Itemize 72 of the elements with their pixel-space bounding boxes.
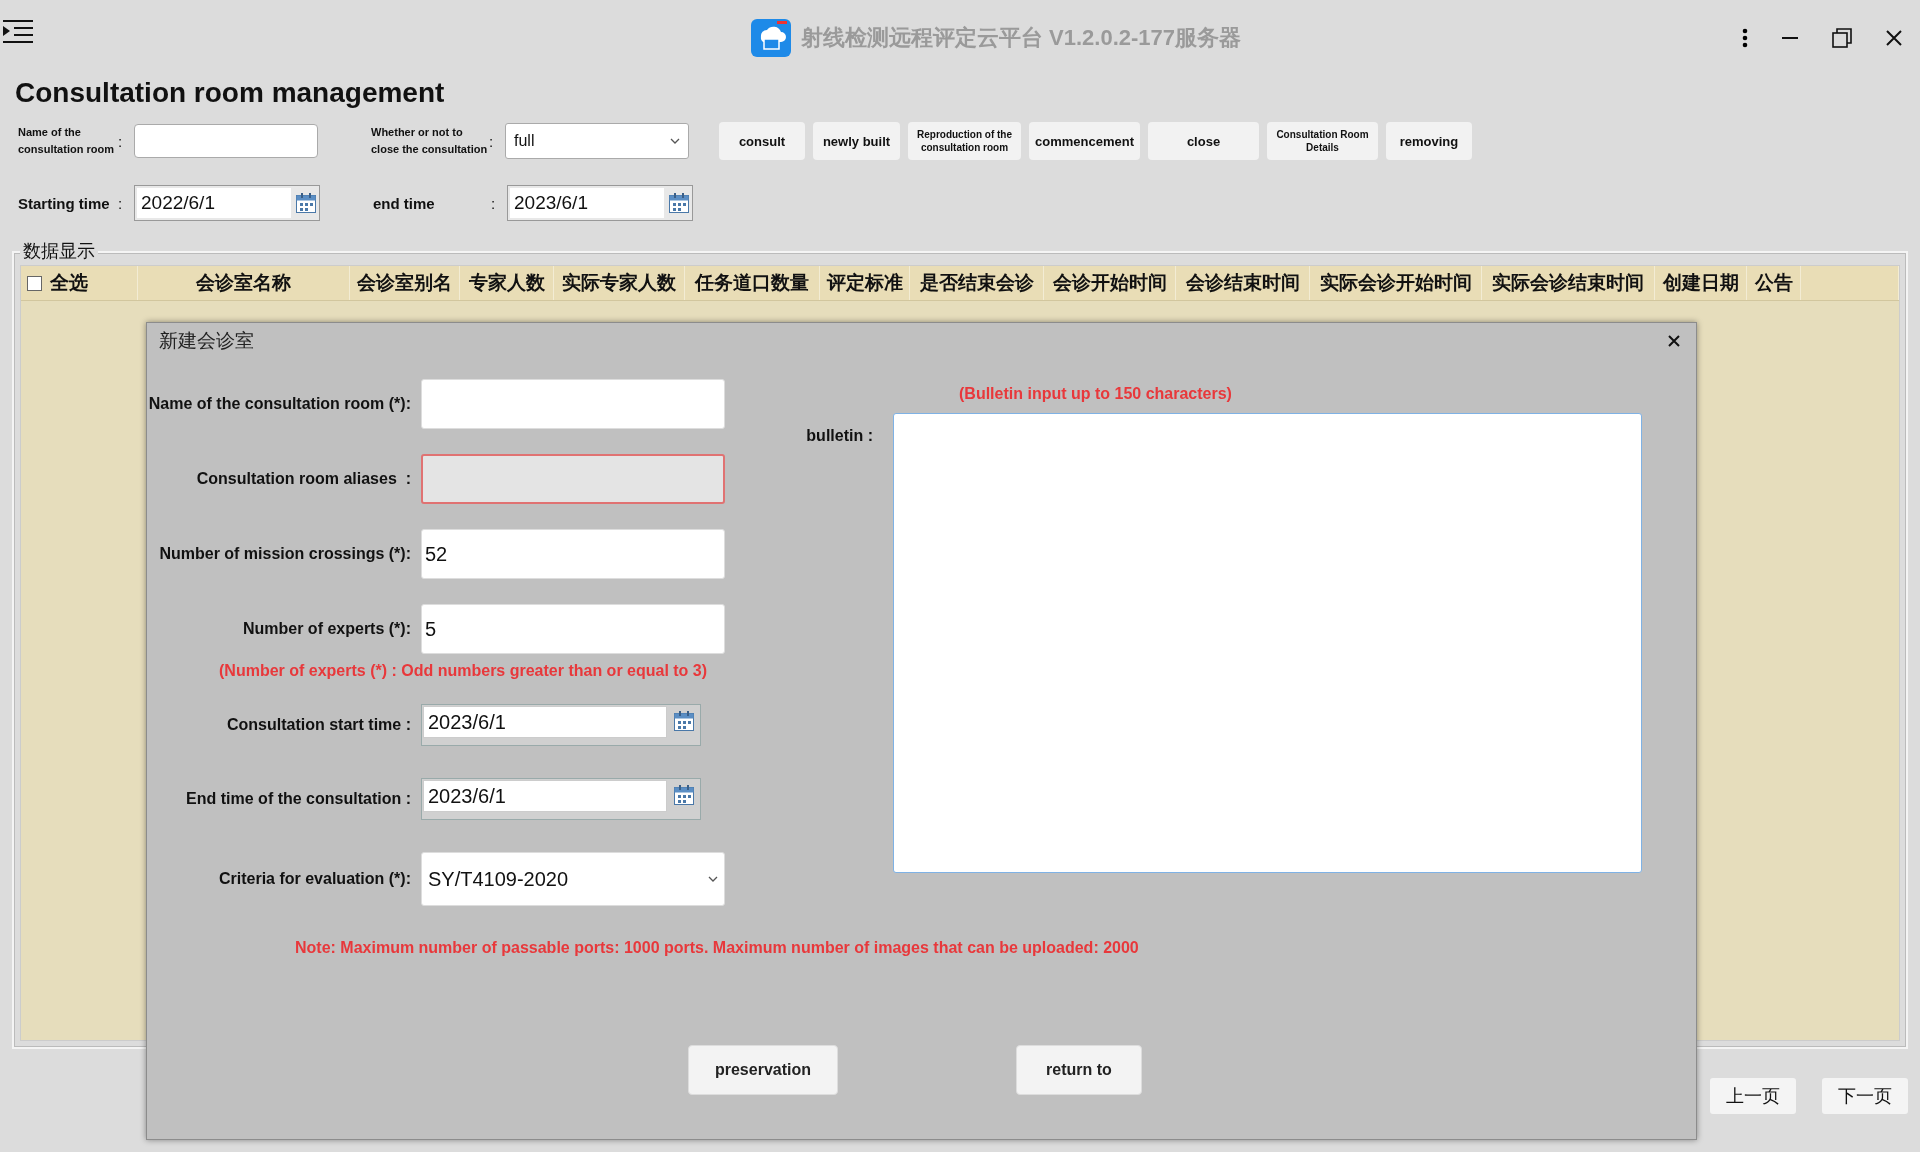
caret-icon xyxy=(670,138,680,144)
calendar-icon[interactable] xyxy=(673,784,695,806)
field-label: Name of the consultation room xyxy=(17,125,115,157)
column-header[interactable]: 会诊室名称 xyxy=(196,270,291,296)
colon-label: : xyxy=(489,132,495,150)
pager-button[interactable]: 下一页 xyxy=(1822,1078,1908,1114)
colon-label: : xyxy=(491,194,497,212)
toolbar-button[interactable]: commencement xyxy=(1029,122,1140,160)
column-header[interactable]: 会诊结束时间 xyxy=(1185,270,1300,296)
date-picker[interactable]: 2023/6/1 xyxy=(421,704,701,746)
field-label: Criteria for evaluation (*): xyxy=(217,870,411,888)
input-field[interactable] xyxy=(421,454,725,504)
column-header[interactable]: 公告 xyxy=(1754,270,1793,296)
column-header[interactable]: 任务道口数量 xyxy=(695,270,809,296)
validation-hint: (Number of experts (*) : Odd numbers greater than or equal to 3) xyxy=(219,662,709,680)
field-label: End time of the consultation : xyxy=(185,790,411,808)
close-icon[interactable] xyxy=(1668,335,1680,347)
toolbar-button[interactable]: close xyxy=(1148,122,1259,160)
toolbar-button[interactable]: consult xyxy=(719,122,805,160)
field-label: Starting time xyxy=(17,194,111,212)
criteria-dropdown[interactable]: SY/T4109-2020 xyxy=(421,852,725,906)
pager-button[interactable]: 上一页 xyxy=(1710,1078,1796,1114)
restore-icon[interactable] xyxy=(1832,27,1852,48)
date-picker[interactable]: 2023/6/1 xyxy=(507,185,693,221)
field-label: bulletin : xyxy=(805,426,873,446)
toolbar-button[interactable]: Consultation Room Details xyxy=(1267,122,1378,160)
column-header[interactable]: 专家人数 xyxy=(468,270,545,296)
input-field[interactable]: 52 xyxy=(421,529,725,579)
column-header[interactable]: 评定标准 xyxy=(826,270,903,296)
field-label: end time xyxy=(372,194,436,212)
field-label: Consultation room aliases : xyxy=(195,470,411,488)
column-header[interactable]: 实际专家人数 xyxy=(562,270,676,296)
field-label: Number of experts (*): xyxy=(241,620,411,638)
dialog-button[interactable]: preservation xyxy=(688,1045,838,1095)
input-field[interactable]: 5 xyxy=(421,604,725,654)
calendar-icon[interactable] xyxy=(295,192,317,214)
status-dropdown[interactable]: full xyxy=(505,123,689,159)
note-text: Note: Maximum number of passable ports: 1000 ports. Maximum number of images that can be uploaded: 2000 xyxy=(295,939,1140,957)
select-all-label: 全选 xyxy=(50,271,88,295)
caret-icon xyxy=(708,876,718,882)
calendar-icon[interactable] xyxy=(673,710,695,732)
select-all-checkbox[interactable] xyxy=(27,275,42,291)
dialog-button[interactable]: return to xyxy=(1016,1045,1142,1095)
minimize-icon[interactable] xyxy=(1782,36,1798,39)
bulletin-hint: (Bulletin input up to 150 characters) xyxy=(959,385,1233,403)
field-label: Name of the consultation room (*): xyxy=(147,395,411,413)
column-header[interactable]: 实际会诊开始时间 xyxy=(1319,270,1472,296)
close-icon[interactable] xyxy=(1886,29,1902,46)
window-title: 射线检测远程评定云平台 V1.2.0.2-177服务器 xyxy=(800,23,1242,52)
page-title: Consultation room management xyxy=(15,77,445,109)
toolbar-button[interactable]: Reproduction of the consultation room xyxy=(908,122,1021,160)
field-label: Number of mission crossings (*): xyxy=(158,545,411,563)
column-header[interactable]: 会诊开始时间 xyxy=(1052,270,1167,296)
dialog-title: 新建会诊室 xyxy=(159,329,254,353)
field-label: Whether or not to close the consultation xyxy=(370,125,489,157)
name-input-field[interactable] xyxy=(134,124,318,158)
more-options-icon[interactable] xyxy=(1742,27,1748,48)
calendar-icon[interactable] xyxy=(668,192,690,214)
toolbar-button[interactable]: newly built xyxy=(813,122,900,160)
app-logo-icon xyxy=(750,18,791,57)
date-picker[interactable]: 2022/6/1 xyxy=(134,185,320,221)
column-header[interactable]: 创建日期 xyxy=(1662,270,1739,296)
column-header[interactable]: 会诊室别名 xyxy=(357,270,452,296)
column-header[interactable]: 是否结束会诊 xyxy=(919,270,1034,296)
column-header[interactable]: 实际会诊结束时间 xyxy=(1492,270,1644,296)
date-picker[interactable]: 2023/6/1 xyxy=(421,778,701,820)
group-title: 数据显示 xyxy=(20,241,98,261)
colon-label: : xyxy=(118,194,124,212)
menu-icon[interactable] xyxy=(2,18,34,44)
toolbar-button[interactable]: removing xyxy=(1386,122,1472,160)
field-label: Consultation start time : xyxy=(226,716,411,734)
colon-label: : xyxy=(118,132,124,150)
